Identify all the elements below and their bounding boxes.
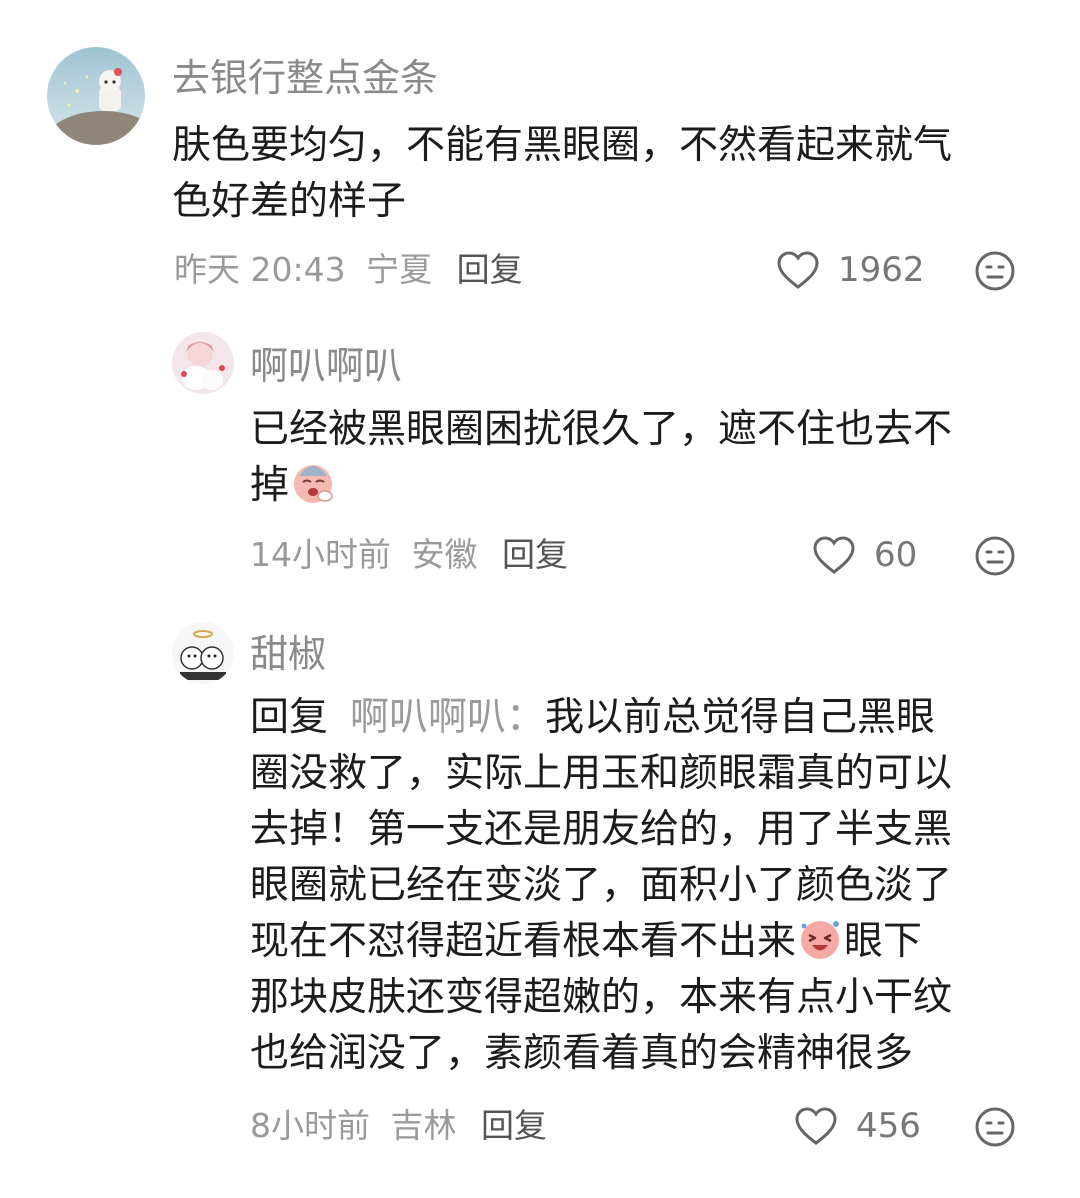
comment-text-line: 眼圈就已经在变淡了，面积小了颜色淡了 (250, 863, 953, 908)
comment-text-line: 那块皮肤还变得超嫩的，本来有点小干纹 (250, 975, 953, 1020)
like-button[interactable]: 60 (812, 535, 917, 575)
timestamp: 昨天 20:43 (174, 250, 346, 289)
timestamp: 8小时前 (250, 1106, 370, 1145)
username[interactable]: 啊叭啊叭 (250, 344, 402, 388)
comment-text-fragment: 现在不怼得超近看根本看不出来 (250, 919, 797, 964)
reply-button[interactable]: 回复 (457, 250, 523, 289)
heart-outline-icon (795, 1107, 837, 1145)
comment-text-line: 也给润没了，素颜看着真的会精神很多 (250, 1031, 914, 1076)
comment-text: 已经被黑眼圈困扰很久了，遮不住也去不 掉 (250, 402, 952, 514)
avatar[interactable] (47, 47, 145, 145)
like-count: 456 (856, 1106, 921, 1146)
comment-text-line: 现在不怼得超近看根本看不出来 眼下 (250, 914, 952, 970)
reply-prefix: 回复 (250, 695, 329, 740)
comment-text: 回复 啊叭啊叭：我以前总觉得自己黑眼 圈没救了，实际上用玉和颜眼霜真的可以 去掉！… (250, 690, 952, 1082)
comment-text: 肤色要均匀，不能有黑眼圈，不然看起来就气 色好差的样子 (172, 118, 952, 230)
comment-text-line: 肤色要均匀，不能有黑眼圈，不然看起来就气 (172, 123, 953, 168)
timestamp: 14小时前 (250, 535, 391, 574)
neutral-face-icon[interactable] (974, 535, 1016, 577)
comment-meta: 8小时前 吉林 回复 (250, 1106, 547, 1146)
like-button[interactable]: 456 (794, 1106, 921, 1146)
like-button[interactable]: 1962 (776, 250, 925, 290)
location: 安徽 (411, 535, 478, 574)
heart-outline-icon (777, 251, 819, 289)
like-count: 1962 (838, 250, 925, 290)
neutral-face-icon[interactable] (974, 250, 1016, 292)
laughing-face-emoji (801, 921, 840, 959)
comment-text-fragment: 掉 (250, 463, 290, 508)
comment-meta: 14小时前 安徽 回复 (250, 535, 568, 575)
location: 吉林 (390, 1106, 457, 1145)
location: 宁夏 (366, 250, 433, 289)
comment-text-line: 回复 啊叭啊叭：我以前总觉得自己黑眼 (250, 690, 952, 746)
like-count: 60 (874, 535, 918, 575)
username[interactable]: 甜椒 (250, 632, 326, 676)
reply-button[interactable]: 回复 (502, 535, 568, 574)
avatar[interactable] (172, 332, 234, 394)
heart-outline-icon (813, 536, 855, 574)
comment-text-fragment: 眼下 (844, 919, 923, 964)
avatar[interactable] (172, 622, 234, 684)
crying-face-emoji (294, 465, 333, 503)
comment-text-line: 圈没救了，实际上用玉和颜眼霜真的可以 (250, 751, 953, 796)
username[interactable]: 去银行整点金条 (172, 56, 438, 100)
neutral-face-icon[interactable] (974, 1106, 1016, 1148)
comment-meta: 昨天 20:43 宁夏 回复 (174, 250, 523, 290)
comment-text-line: 掉 (250, 458, 952, 514)
reply-target-username[interactable]: 啊叭啊叭： (350, 695, 545, 740)
reply-button[interactable]: 回复 (481, 1106, 547, 1145)
comment-text-line: 去掉！第一支还是朋友给的，用了半支黑 (250, 807, 953, 852)
comment-text-fragment: 我以前总觉得自己黑眼 (545, 695, 936, 740)
comment-text-line: 已经被黑眼圈困扰很久了，遮不住也去不 (250, 407, 953, 452)
comment-text-line: 色好差的样子 (172, 179, 407, 224)
